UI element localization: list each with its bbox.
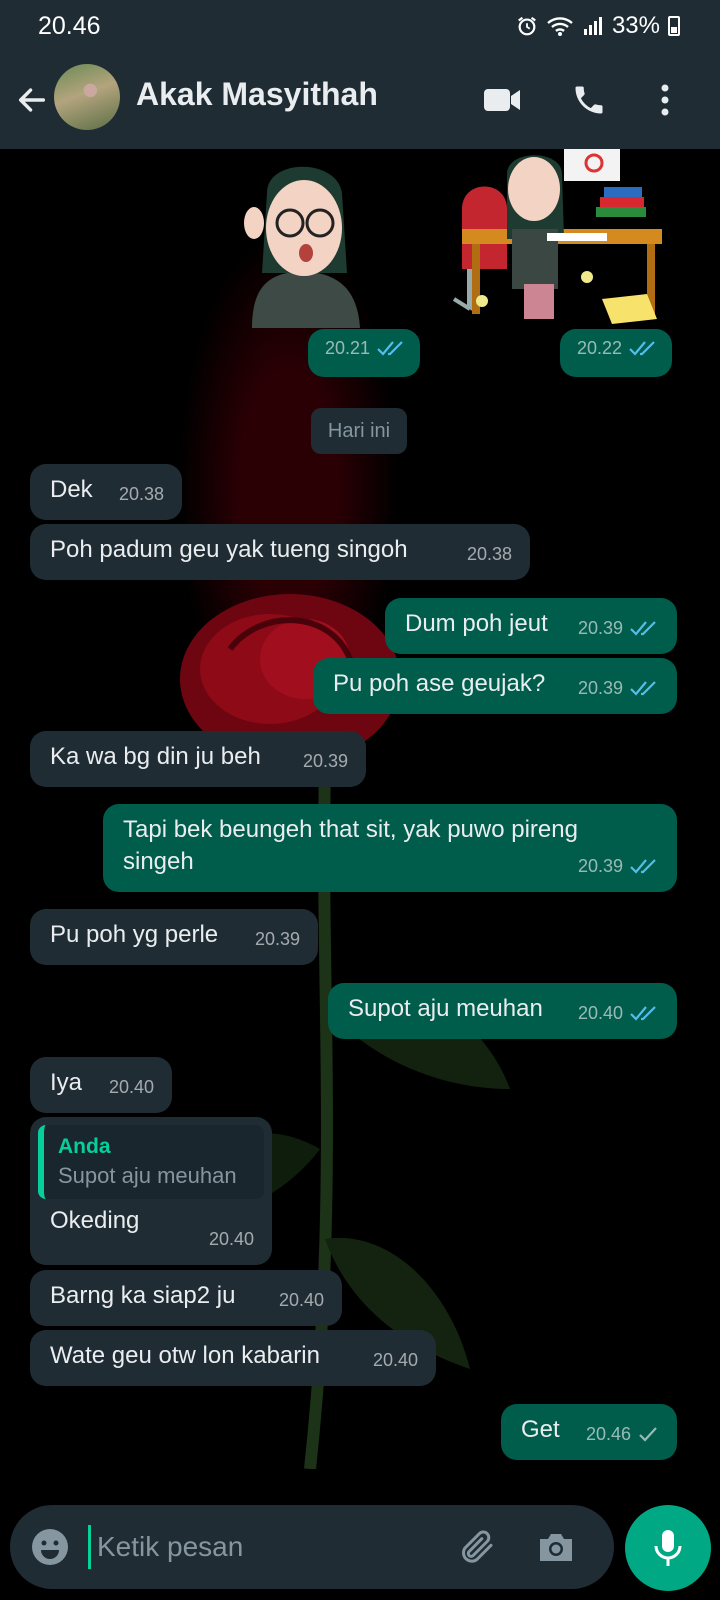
message-out[interactable]: Get 20.46 (501, 1404, 677, 1460)
message-text: Tapi bek beungeh that sit, yak puwo pire… (123, 816, 578, 875)
message-text: Pu poh ase geujak? (333, 670, 546, 697)
message-text: Barng ka siap2 ju (50, 1282, 236, 1309)
quoted-message[interactable]: Anda Supot aju meuhan (38, 1125, 264, 1199)
camera-button[interactable] (536, 1527, 576, 1572)
message-time: 20.38 (118, 484, 164, 504)
more-options-button[interactable] (641, 76, 689, 124)
status-bar: 20.46 33% (0, 0, 720, 52)
sticker-time-1: 20.21 (308, 329, 420, 377)
attach-button[interactable] (456, 1527, 496, 1572)
battery-percent: 33% (611, 12, 660, 39)
message-time: 20.40 (208, 1229, 254, 1249)
message-text: Dum poh jeut (405, 610, 548, 637)
double-check-read-icon (630, 859, 656, 874)
message-out[interactable]: Pu poh ase geujak? 20.39 (313, 658, 677, 714)
message-in[interactable]: Wate geu otw lon kabarin 20.40 (30, 1330, 436, 1386)
paperclip-icon (462, 1530, 493, 1563)
date-divider: Hari ini (311, 408, 407, 454)
quote-text: Supot aju meuhan (58, 1163, 237, 1188)
camera-icon (540, 1534, 572, 1561)
message-out[interactable]: Dum poh jeut 20.39 (385, 598, 677, 654)
message-in[interactable]: Poh padum geu yak tueng singoh 20.38 (30, 524, 530, 580)
double-check-read-icon (377, 341, 403, 356)
double-check-read-icon (630, 681, 656, 696)
video-call-icon (484, 89, 520, 111)
message-text: Wate geu otw lon kabarin (50, 1342, 320, 1369)
message-in[interactable]: Barng ka siap2 ju 20.40 (30, 1270, 342, 1326)
double-check-read-icon (630, 621, 656, 636)
message-time: 20.38 (466, 544, 512, 564)
back-button[interactable] (12, 80, 52, 120)
message-time: 20.40 (372, 1350, 418, 1370)
message-text: Iya (50, 1069, 83, 1096)
message-time: 20.39 (254, 929, 300, 949)
message-time: 20.21 (324, 338, 370, 358)
video-call-button[interactable] (478, 76, 526, 124)
voice-call-icon (575, 86, 603, 114)
voice-call-button[interactable] (565, 76, 613, 124)
message-text: Dek (50, 476, 93, 503)
message-in[interactable]: Pu poh yg perle 20.39 (30, 909, 318, 965)
message-out[interactable]: Supot aju meuhan 20.40 (328, 983, 677, 1039)
battery-icon (668, 16, 680, 36)
message-time: 20.39 (577, 856, 623, 876)
single-check-sent-icon (639, 1427, 657, 1442)
message-text: Pu poh yg perle (50, 921, 219, 948)
contact-avatar[interactable] (54, 64, 120, 130)
message-in-reply[interactable]: Anda Supot aju meuhan Okeding 20.40 (30, 1117, 272, 1265)
contact-name[interactable]: Akak Masyithah (136, 76, 378, 113)
studying-girl-sticker[interactable] (452, 149, 670, 327)
message-out[interactable]: Tapi bek beungeh that sit, yak puwo pire… (103, 804, 677, 892)
microphone-icon (654, 1530, 682, 1566)
double-check-read-icon (629, 341, 655, 356)
more-options-icon (661, 84, 669, 116)
message-text: Supot aju meuhan (348, 995, 543, 1022)
message-time: 20.40 (108, 1077, 154, 1097)
message-time: 20.40 (577, 1003, 623, 1023)
status-icons: 33% (516, 12, 680, 40)
message-composer (10, 1505, 614, 1589)
message-in[interactable]: Iya 20.40 (30, 1057, 172, 1113)
message-text: Get (521, 1416, 560, 1443)
chat-header: Akak Masyithah (0, 52, 720, 149)
back-arrow-icon (18, 88, 46, 112)
message-time: 20.46 (585, 1424, 631, 1444)
emoji-button[interactable] (30, 1527, 70, 1572)
status-time: 20.46 (38, 12, 101, 40)
message-text: Ka wa bg din ju beh (50, 743, 261, 770)
message-in[interactable]: Dek 20.38 (30, 464, 182, 520)
wifi-icon (547, 17, 573, 36)
message-time: 20.39 (302, 751, 348, 771)
message-text: Poh padum geu yak tueng singoh (50, 536, 408, 563)
message-time: 20.22 (576, 338, 622, 358)
voice-message-button[interactable] (625, 1505, 711, 1591)
message-time: 20.39 (577, 618, 623, 638)
message-input[interactable] (88, 1525, 448, 1569)
signal-icon (583, 17, 602, 35)
chat-area[interactable]: 20.21 20.22 Hari ini Dek 20.38 Poh padum… (0, 149, 720, 1500)
thinking-girl-sticker[interactable] (232, 153, 372, 328)
message-in[interactable]: Ka wa bg din ju beh 20.39 (30, 731, 366, 787)
quote-author: Anda (58, 1135, 111, 1158)
sticker-time-2: 20.22 (560, 329, 672, 377)
message-time: 20.40 (278, 1290, 324, 1310)
alarm-icon (518, 16, 536, 36)
emoji-icon (32, 1529, 68, 1565)
message-time: 20.39 (577, 678, 623, 698)
double-check-read-icon (630, 1006, 656, 1021)
